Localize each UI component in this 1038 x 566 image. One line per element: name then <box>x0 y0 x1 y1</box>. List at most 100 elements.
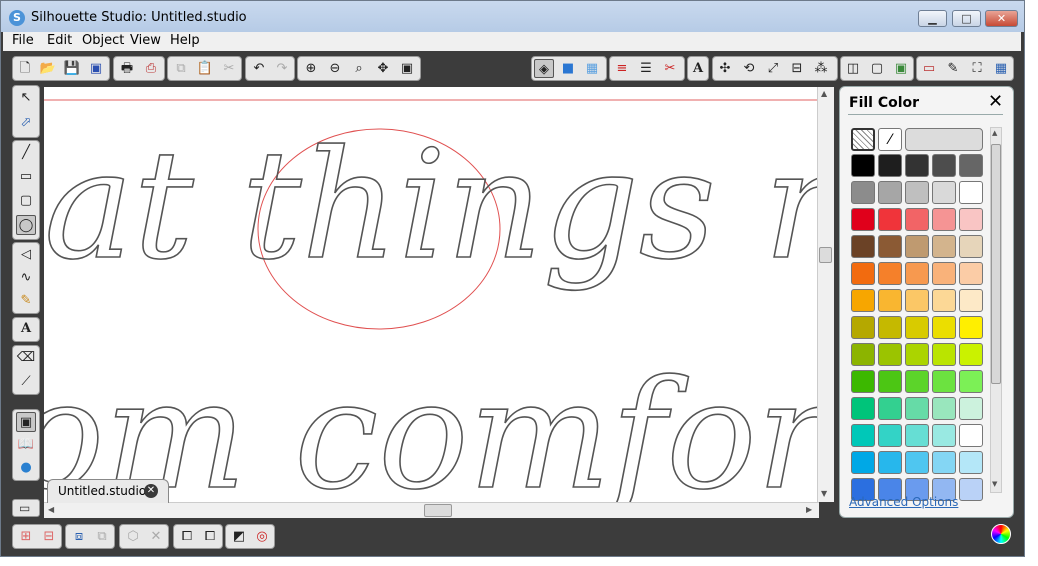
ungroup-icon[interactable]: ⊟ <box>39 527 59 546</box>
line-tool-icon[interactable]: ╱ <box>16 143 36 163</box>
weld-icon[interactable]: ⬡ <box>123 527 143 546</box>
vertical-scroll-thumb[interactable] <box>819 247 832 263</box>
grid-icon[interactable]: ▦ <box>991 59 1011 78</box>
send-backward-icon[interactable]: ⧠ <box>200 527 220 546</box>
canvas-vertical-scrollbar[interactable]: ▲ ▼ <box>817 87 834 502</box>
color-swatch[interactable] <box>932 424 956 447</box>
color-swatch[interactable] <box>878 181 902 204</box>
color-swatch[interactable] <box>878 316 902 339</box>
color-swatch[interactable] <box>905 451 929 474</box>
color-swatch[interactable] <box>851 289 875 312</box>
redo-icon[interactable]: ↷ <box>272 59 292 78</box>
color-swatch[interactable] <box>878 289 902 312</box>
color-swatch[interactable] <box>878 397 902 420</box>
color-swatch[interactable] <box>932 262 956 285</box>
maximize-button[interactable]: □ <box>952 10 981 27</box>
cut-send-icon[interactable]: ▣ <box>891 59 911 78</box>
color-swatch[interactable] <box>905 181 929 204</box>
color-swatch[interactable] <box>905 289 929 312</box>
ellipse-tool-icon[interactable]: ◯ <box>16 215 36 235</box>
color-swatch[interactable] <box>959 370 983 393</box>
cut-settings-icon[interactable]: ✂ <box>660 59 680 78</box>
color-swatch[interactable] <box>851 343 875 366</box>
color-swatch[interactable] <box>959 154 983 177</box>
color-swatch[interactable] <box>959 343 983 366</box>
color-swatch[interactable] <box>932 370 956 393</box>
color-swatch[interactable] <box>905 208 929 231</box>
design-page-icon[interactable]: ▣ <box>16 412 36 432</box>
rounded-rectangle-tool-icon[interactable]: ▢ <box>16 191 36 211</box>
color-swatch[interactable] <box>905 370 929 393</box>
fit-to-page-icon[interactable]: ▣ <box>397 59 417 78</box>
color-swatch[interactable] <box>959 478 983 501</box>
curve-tool-icon[interactable]: ∿ <box>16 268 36 288</box>
replicate-icon[interactable]: ⁂ <box>811 59 831 78</box>
document-tab[interactable]: Untitled.studio ✕ <box>47 479 169 503</box>
scroll-down-arrow-icon[interactable]: ▼ <box>821 489 827 498</box>
color-swatch[interactable] <box>851 316 875 339</box>
open-folder-icon[interactable]: 📂 <box>38 59 58 78</box>
library-icon[interactable]: ◫ <box>843 59 863 78</box>
color-swatch[interactable] <box>851 397 875 420</box>
offset-icon[interactable]: ◎ <box>252 527 272 546</box>
color-swatch[interactable] <box>878 451 902 474</box>
swatch-scroll-thumb[interactable] <box>991 144 1001 384</box>
color-swatch[interactable] <box>905 316 929 339</box>
fullscreen-icon[interactable]: ⛶ <box>967 59 987 78</box>
undo-icon[interactable]: ↶ <box>249 59 269 78</box>
zoom-out-icon[interactable]: ⊖ <box>325 59 345 78</box>
menu-file[interactable]: File <box>12 33 34 48</box>
color-swatch[interactable] <box>851 235 875 258</box>
design-canvas[interactable]: at things n om comfort <box>44 87 817 502</box>
delete-icon[interactable]: ✕ <box>146 527 166 546</box>
scale-icon[interactable]: ⤢ <box>763 59 783 78</box>
zoom-selected-icon[interactable]: ⌕ <box>349 59 369 78</box>
no-fill-swatch[interactable] <box>851 128 875 151</box>
knife-icon[interactable]: ⟋ <box>16 372 36 392</box>
color-swatch[interactable] <box>878 154 902 177</box>
modify-icon[interactable]: ◩ <box>229 527 249 546</box>
paste-icon[interactable]: 📋 <box>195 59 215 78</box>
color-swatch[interactable] <box>905 235 929 258</box>
color-swatch[interactable] <box>851 208 875 231</box>
close-panel-icon[interactable]: ✕ <box>988 93 1003 111</box>
color-swatch[interactable] <box>851 262 875 285</box>
color-swatch[interactable] <box>959 451 983 474</box>
color-swatch[interactable] <box>878 208 902 231</box>
rectangle-tool-icon[interactable]: ▭ <box>16 167 36 187</box>
fill-color-icon[interactable]: ◈ <box>534 59 554 78</box>
sketch-icon[interactable]: ✎ <box>943 59 963 78</box>
color-swatch[interactable] <box>878 370 902 393</box>
color-swatch[interactable] <box>851 181 875 204</box>
color-swatch[interactable] <box>905 343 929 366</box>
minimize-button[interactable]: ▁ <box>918 10 947 27</box>
polygon-tool-icon[interactable]: ◁ <box>16 245 36 265</box>
pan-icon[interactable]: ✥ <box>373 59 393 78</box>
group-icon[interactable]: ⊞ <box>16 527 36 546</box>
color-swatch[interactable] <box>932 397 956 420</box>
color-swatch[interactable] <box>932 451 956 474</box>
page-toggle-button[interactable]: ▭ <box>12 499 40 517</box>
advanced-options-link[interactable]: Advanced Options <box>849 495 958 509</box>
color-swatch[interactable] <box>851 424 875 447</box>
menu-view[interactable]: View <box>130 33 161 48</box>
color-swatch[interactable] <box>851 154 875 177</box>
close-tab-icon[interactable]: ✕ <box>144 484 158 498</box>
scroll-up-arrow-icon[interactable]: ▲ <box>821 89 827 98</box>
color-swatch[interactable] <box>932 154 956 177</box>
color-wheel-icon[interactable] <box>991 524 1011 544</box>
save-to-library-icon[interactable]: ▣ <box>86 59 106 78</box>
print-icon[interactable]: 🖶 <box>117 59 137 78</box>
zoom-in-icon[interactable]: ⊕ <box>301 59 321 78</box>
color-swatch[interactable] <box>932 343 956 366</box>
align-icon[interactable]: ⊟ <box>787 59 807 78</box>
swatch-scrollbar[interactable]: ▲ ▼ <box>990 127 1002 493</box>
page-setup-icon[interactable]: ▢ <box>867 59 887 78</box>
line-color-icon[interactable]: ≡ <box>612 59 632 78</box>
text-style-icon[interactable]: A <box>688 59 708 78</box>
swatch-scroll-up-icon[interactable]: ▲ <box>992 129 997 137</box>
library-book-icon[interactable]: 📖 <box>16 435 36 455</box>
copy-icon[interactable]: ⧉ <box>171 59 191 78</box>
color-swatch[interactable] <box>932 235 956 258</box>
color-swatch[interactable] <box>959 424 983 447</box>
